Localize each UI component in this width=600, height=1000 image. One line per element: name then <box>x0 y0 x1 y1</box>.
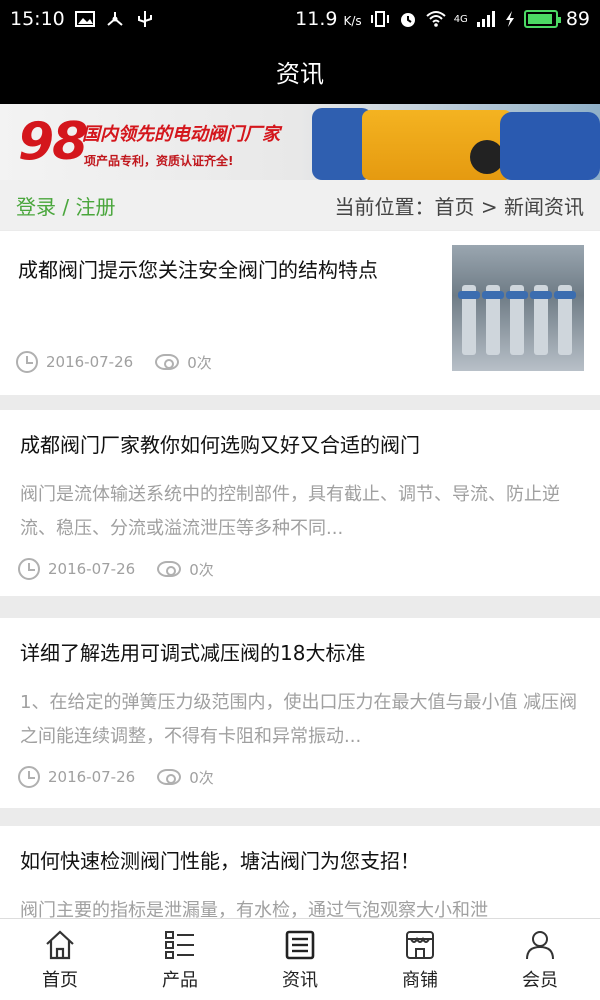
page-title: 资讯 <box>276 59 324 88</box>
article-thumbnail <box>452 245 584 371</box>
network-type: 4G <box>453 13 468 25</box>
clock-icon <box>18 766 40 788</box>
eye-icon <box>155 354 180 370</box>
login-register-link[interactable]: 登录 / 注册 <box>16 191 115 220</box>
banner-headline: 国内领先的电动阀门厂家 <box>82 124 280 145</box>
article-views: 0次 <box>187 353 212 372</box>
article-title: 如何快速检测阀门性能，塘沽阀门为您支招！ <box>20 849 420 873</box>
eye-icon <box>157 561 182 577</box>
alarm-icon <box>400 13 415 27</box>
charging-icon <box>505 11 514 27</box>
tab-home-label: 首页 <box>42 969 78 991</box>
breadcrumb-bar: 登录 / 注册 当前位置：首页 > 新闻资讯 <box>0 180 600 230</box>
tab-news[interactable]: 资讯 <box>240 919 360 1000</box>
tab-home[interactable]: 首页 <box>0 919 120 1000</box>
article-summary: 阀门主要的指标是泄漏量，有水检，通过气泡观察大小和泄 <box>20 900 488 918</box>
eye-icon <box>157 769 182 785</box>
wifi-icon <box>426 11 446 27</box>
article-title: 详细了解选用可调式减压阀的18大标准 <box>20 641 366 665</box>
battery-level: 89 <box>565 8 590 30</box>
article-date: 2016-07-26 <box>46 353 134 371</box>
valve-image-right <box>500 112 600 180</box>
list-icon <box>165 930 194 959</box>
user-icon <box>526 930 554 959</box>
usb-icon <box>137 11 152 27</box>
image-icon <box>74 11 95 27</box>
battery-icon <box>523 10 561 28</box>
article-views: 0次 <box>189 768 214 787</box>
article-item[interactable]: 如何快速检测阀门性能，塘沽阀门为您支招！ 阀门主要的指标是泄漏量，有水检，通过气… <box>0 826 600 918</box>
tab-member[interactable]: 会员 <box>480 919 600 1000</box>
clock-icon <box>18 558 40 580</box>
network-speed: 11.9 K/s <box>295 8 362 30</box>
promo-banner[interactable]: 98 国内领先的电动阀门厂家 项产品专利，资质认证齐全! <box>0 104 600 180</box>
tab-products-label: 产品 <box>162 969 198 991</box>
store-icon <box>406 930 434 959</box>
app-header: 资讯 <box>0 38 600 104</box>
article-item[interactable]: 成都阀门提示您关注安全阀门的结构特点 2016-07-26 0次 <box>0 231 600 395</box>
status-time: 15:10 <box>10 8 65 30</box>
bottom-tab-bar: 首页 产品 资讯 商铺 会员 <box>0 918 600 1000</box>
article-summary: 阀门是流体输送系统中的控制部件，具有截止、调节、导流、防止逆流、稳压、分流或溢流… <box>20 484 560 539</box>
clock-icon <box>16 351 38 373</box>
article-title: 成都阀门厂家教你如何选购又好又合适的阀门 <box>20 433 420 457</box>
tab-member-label: 会员 <box>522 969 558 991</box>
article-meta: 2016-07-26 0次 <box>18 558 214 580</box>
article-item[interactable]: 成都阀门厂家教你如何选购又好又合适的阀门 阀门是流体输送系统中的控制部件，具有截… <box>0 410 600 596</box>
share-icon <box>107 12 123 26</box>
article-date: 2016-07-26 <box>48 560 136 578</box>
article-views: 0次 <box>189 560 214 579</box>
breadcrumb: 当前位置：首页 > 新闻资讯 <box>334 194 584 219</box>
article-meta: 2016-07-26 0次 <box>18 766 214 788</box>
tab-store-label: 商铺 <box>402 969 438 991</box>
banner-subline: 项产品专利，资质认证齐全! <box>84 154 234 168</box>
article-title: 成都阀门提示您关注安全阀门的结构特点 <box>18 258 378 282</box>
article-date: 2016-07-26 <box>48 768 136 786</box>
tab-products[interactable]: 产品 <box>120 919 240 1000</box>
tab-news-label: 资讯 <box>282 969 318 991</box>
article-meta: 2016-07-26 0次 <box>16 351 212 373</box>
banner-number: 98 <box>18 112 88 172</box>
news-icon <box>285 930 315 959</box>
article-summary: 1、在给定的弹簧压力级范围内，使出口压力在最大值与最小值 减压阀之间能连续调整，… <box>20 692 578 747</box>
tab-store[interactable]: 商铺 <box>360 919 480 1000</box>
status-bar: 15:10 11.9 K/s 4G 89 <box>0 0 600 38</box>
article-item[interactable]: 详细了解选用可调式减压阀的18大标准 1、在给定的弹簧压力级范围内，使出口压力在… <box>0 618 600 808</box>
signal-icon <box>476 11 495 27</box>
home-icon <box>46 930 74 959</box>
actuator-dial <box>470 140 504 174</box>
vibrate-icon <box>370 11 389 27</box>
